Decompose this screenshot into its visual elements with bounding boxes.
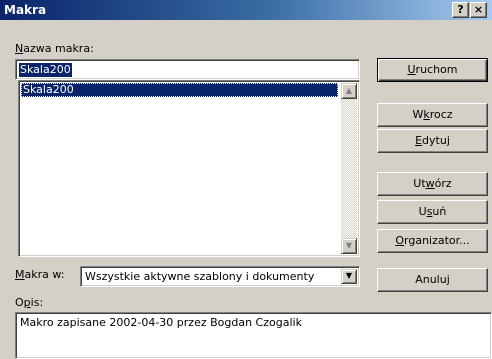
btn-part: Ut: [413, 177, 426, 190]
label-part: akra w:: [24, 268, 65, 281]
btn-part: dytuj: [422, 134, 450, 147]
cancel-button[interactable]: Anuluj: [377, 268, 488, 292]
run-button[interactable]: Uruchom: [377, 58, 488, 82]
label-mnemonic: p: [23, 296, 31, 309]
description-box: Makro zapisane 2002-04-30 przez Bogdan C…: [15, 312, 492, 359]
label-part: O: [15, 296, 24, 309]
btn-part: W: [412, 108, 424, 121]
btn-part: órz: [434, 177, 452, 190]
label-part: is:: [30, 296, 44, 309]
macros-in-dropdown[interactable]: Wszystkie aktywne szablony i dokumenty ▼: [80, 266, 360, 287]
btn-part: rocz: [429, 108, 453, 121]
btn-part: Anuluj: [415, 273, 450, 286]
btn-part: U: [418, 205, 427, 218]
scroll-down-icon[interactable]: ▼: [341, 238, 357, 254]
macros-in-label: Makra w:: [15, 268, 64, 282]
macros-in-value: Wszystkie aktywne szablony i dokumenty: [85, 270, 315, 283]
list-scrollbar[interactable]: ▲ ▼: [341, 83, 357, 254]
btn-part: rganizator...: [404, 234, 470, 247]
edit-button[interactable]: Edytuj: [377, 129, 488, 153]
btn-mnemonic: w: [425, 177, 435, 190]
close-button[interactable]: ×: [470, 2, 487, 18]
macros-dialog: Makra ? × Nazwa makra: Skala200 Skala200…: [0, 0, 492, 359]
btn-part: ruchom: [415, 63, 458, 76]
chevron-down-icon[interactable]: ▼: [341, 269, 357, 284]
btn-mnemonic: E: [415, 134, 423, 147]
macro-name-label: Nazwa makra:: [15, 42, 94, 56]
list-item[interactable]: Skala200: [21, 83, 338, 97]
btn-part: uń: [432, 205, 447, 218]
label-mnemonic: M: [15, 268, 25, 281]
organizer-button[interactable]: Organizator...: [377, 229, 488, 253]
macro-list[interactable]: Skala200 ▲ ▼: [18, 80, 360, 257]
title-bar[interactable]: Makra ? ×: [0, 0, 492, 20]
delete-button[interactable]: Usuń: [377, 200, 488, 224]
btn-mnemonic: U: [407, 63, 416, 76]
scroll-up-icon[interactable]: ▲: [341, 83, 357, 99]
description-text: Makro zapisane 2002-04-30 przez Bogdan C…: [20, 316, 302, 329]
create-button[interactable]: Utwórz: [377, 172, 488, 196]
window-title: Makra: [4, 3, 47, 17]
macro-name-value: Skala200: [19, 63, 72, 77]
help-button[interactable]: ?: [452, 2, 469, 18]
label-mnemonic: N: [15, 42, 24, 55]
label-part: azwa makra:: [23, 42, 94, 55]
btn-mnemonic: O: [395, 234, 405, 247]
description-label: Opis:: [15, 296, 43, 310]
macro-name-input[interactable]: Skala200: [15, 59, 360, 80]
step-into-button[interactable]: Wkrocz: [377, 103, 488, 127]
